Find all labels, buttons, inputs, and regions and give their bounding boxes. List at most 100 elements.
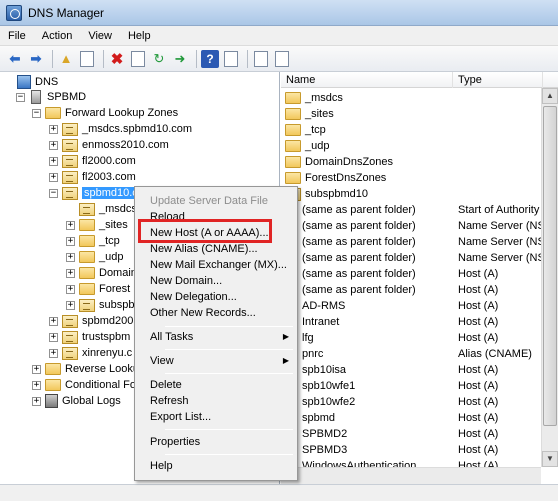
list-row[interactable]: spbmd Host (A)	[281, 410, 558, 426]
list-row[interactable]: subspbmd10	[281, 186, 558, 202]
menu-item-export-list[interactable]: Export List...	[137, 409, 295, 425]
list-row[interactable]: AD-RMS Host (A)	[281, 298, 558, 314]
list-row[interactable]: (same as parent folder) Start of Authorit…	[281, 202, 558, 218]
list-row[interactable]: spb10wfe1 Host (A)	[281, 378, 558, 394]
menu-item-view[interactable]: View ▶	[137, 353, 295, 369]
collapse-icon[interactable]: −	[32, 108, 41, 118]
scroll-up-icon[interactable]: ▲	[542, 88, 558, 104]
list-row[interactable]: _tcp	[281, 122, 558, 138]
expand-icon[interactable]: +	[66, 220, 75, 230]
menu-item-all-tasks[interactable]: All Tasks ▶	[137, 329, 295, 345]
expand-icon[interactable]: +	[32, 396, 41, 406]
expand-icon[interactable]: +	[49, 332, 58, 342]
tree-node-zone[interactable]: + trustspbm	[49, 329, 130, 345]
menu-item-other-new-records[interactable]: Other New Records...	[137, 305, 295, 321]
list-row[interactable]: (same as parent folder) Name Server (NS)	[281, 234, 558, 250]
tree-node-reverse-lookup-zones[interactable]: + Reverse Looku	[32, 361, 139, 377]
menu-file[interactable]: File	[0, 26, 34, 46]
tree-node-subfolder[interactable]: + Domain	[66, 265, 137, 281]
tree-node-zone[interactable]: + fl2003.com	[49, 169, 136, 185]
menu-view[interactable]: View	[80, 26, 120, 46]
tree-node-subfolder[interactable]: + _udp	[66, 249, 123, 265]
export-list-icon[interactable]: ➜	[171, 50, 189, 68]
list-row[interactable]: _udp	[281, 138, 558, 154]
refresh-icon[interactable]: ↻	[150, 50, 168, 68]
back-arrow-icon[interactable]: ⬅	[6, 50, 24, 68]
menu-item-reload[interactable]: Reload	[137, 209, 295, 225]
menu-item-help[interactable]: Help	[137, 458, 295, 474]
tree-node-subfolder[interactable]: + _tcp	[66, 233, 120, 249]
list-row[interactable]: pnrc Alias (CNAME)	[281, 346, 558, 362]
list-row[interactable]: ForestDnsZones	[281, 170, 558, 186]
expand-icon[interactable]: +	[32, 380, 41, 390]
tree-node-zone[interactable]: + xinrenyu.c	[49, 345, 132, 361]
expand-icon[interactable]: +	[49, 140, 58, 150]
menu-item-new-host[interactable]: New Host (A or AAAA)...	[137, 225, 295, 241]
menu-action[interactable]: Action	[34, 26, 81, 46]
tree-node-conditional-forwarders[interactable]: + Conditional Fo	[32, 377, 136, 393]
expand-icon[interactable]: +	[49, 124, 58, 134]
menu-item-new-mail-exchanger[interactable]: New Mail Exchanger (MX)...	[137, 257, 295, 273]
menu-help[interactable]: Help	[120, 26, 159, 46]
tree-node-subfolder[interactable]: + Forest	[66, 281, 130, 297]
menu-item-update-server-data-file[interactable]: Update Server Data File	[137, 193, 295, 209]
list-row[interactable]: (same as parent folder) Host (A)	[281, 266, 558, 282]
list-row[interactable]: (same as parent folder) Name Server (NS)	[281, 250, 558, 266]
column-header-type[interactable]: Type	[453, 72, 543, 88]
expand-icon[interactable]: +	[66, 284, 75, 294]
tree-node-server[interactable]: − SPBMD	[16, 89, 86, 105]
expand-icon[interactable]: +	[49, 316, 58, 326]
tree-node-zone[interactable]: + enmoss2010.com	[49, 137, 169, 153]
horizontal-scrollbar[interactable]	[281, 467, 541, 484]
scroll-thumb[interactable]	[543, 106, 557, 426]
expand-icon[interactable]: +	[49, 156, 58, 166]
tree-node-forward-lookup-zones[interactable]: − Forward Lookup Zones	[32, 105, 178, 121]
list-icon[interactable]	[273, 50, 291, 68]
column-header-name[interactable]: Name	[281, 72, 453, 88]
properties-icon[interactable]	[129, 50, 147, 68]
scroll-down-icon[interactable]: ▼	[542, 451, 558, 467]
menu-item-refresh[interactable]: Refresh	[137, 393, 295, 409]
list-row[interactable]: _msdcs	[281, 90, 558, 106]
collapse-icon[interactable]: −	[16, 92, 25, 102]
server-icon[interactable]	[252, 50, 270, 68]
expand-icon[interactable]: +	[66, 268, 75, 278]
list-row[interactable]: (same as parent folder) Host (A)	[281, 282, 558, 298]
expand-icon[interactable]: +	[49, 172, 58, 182]
expand-icon[interactable]: +	[49, 348, 58, 358]
expand-icon[interactable]: +	[32, 364, 41, 374]
tree-node-subfolder[interactable]: + subspb	[66, 297, 134, 313]
list-row[interactable]: spb10isa Host (A)	[281, 362, 558, 378]
list-row[interactable]: Intranet Host (A)	[281, 314, 558, 330]
collapse-icon[interactable]: −	[49, 188, 58, 198]
list-row[interactable]: DomainDnsZones	[281, 154, 558, 170]
list-row[interactable]: (same as parent folder) Name Server (NS)	[281, 218, 558, 234]
list-row[interactable]: spb10wfe2 Host (A)	[281, 394, 558, 410]
list-row[interactable]: _sites	[281, 106, 558, 122]
up-folder-icon[interactable]: ▲	[57, 50, 75, 68]
forward-arrow-icon[interactable]: ➡	[27, 50, 45, 68]
vertical-scrollbar[interactable]: ▲ ▼	[541, 88, 558, 467]
tree-node-subfolder[interactable]: _msdcs	[66, 201, 137, 217]
tree-node-subfolder[interactable]: + _sites	[66, 217, 128, 233]
expand-icon[interactable]: +	[66, 300, 75, 310]
expand-icon[interactable]: +	[66, 252, 75, 262]
tree-node-global-logs[interactable]: + Global Logs	[32, 393, 121, 409]
tree-node-zone[interactable]: + _msdcs.spbmd10.com	[49, 121, 192, 137]
show-hide-tree-icon[interactable]	[78, 50, 96, 68]
menu-item-new-domain[interactable]: New Domain...	[137, 273, 295, 289]
delete-icon[interactable]: ✖	[108, 50, 126, 68]
menu-item-properties[interactable]: Properties	[137, 434, 295, 450]
menu-item-new-alias[interactable]: New Alias (CNAME)...	[137, 241, 295, 257]
list-row[interactable]: SPBMD3 Host (A)	[281, 442, 558, 458]
list-row[interactable]: SPBMD2 Host (A)	[281, 426, 558, 442]
expand-icon[interactable]: +	[66, 236, 75, 246]
tree-node-zone[interactable]: + fl2000.com	[49, 153, 136, 169]
results-pane[interactable]: Name Type _msdcs _sites _tcp _udp DomainDnsZ…	[281, 72, 558, 484]
tree-node-zone[interactable]: + spbmd200	[49, 313, 133, 329]
help-icon[interactable]: ?	[201, 49, 219, 68]
list-row[interactable]: lfg Host (A)	[281, 330, 558, 346]
menu-item-new-delegation[interactable]: New Delegation...	[137, 289, 295, 305]
tree-node-dns[interactable]: DNS	[4, 74, 58, 90]
show-action-pane-icon[interactable]	[222, 50, 240, 68]
